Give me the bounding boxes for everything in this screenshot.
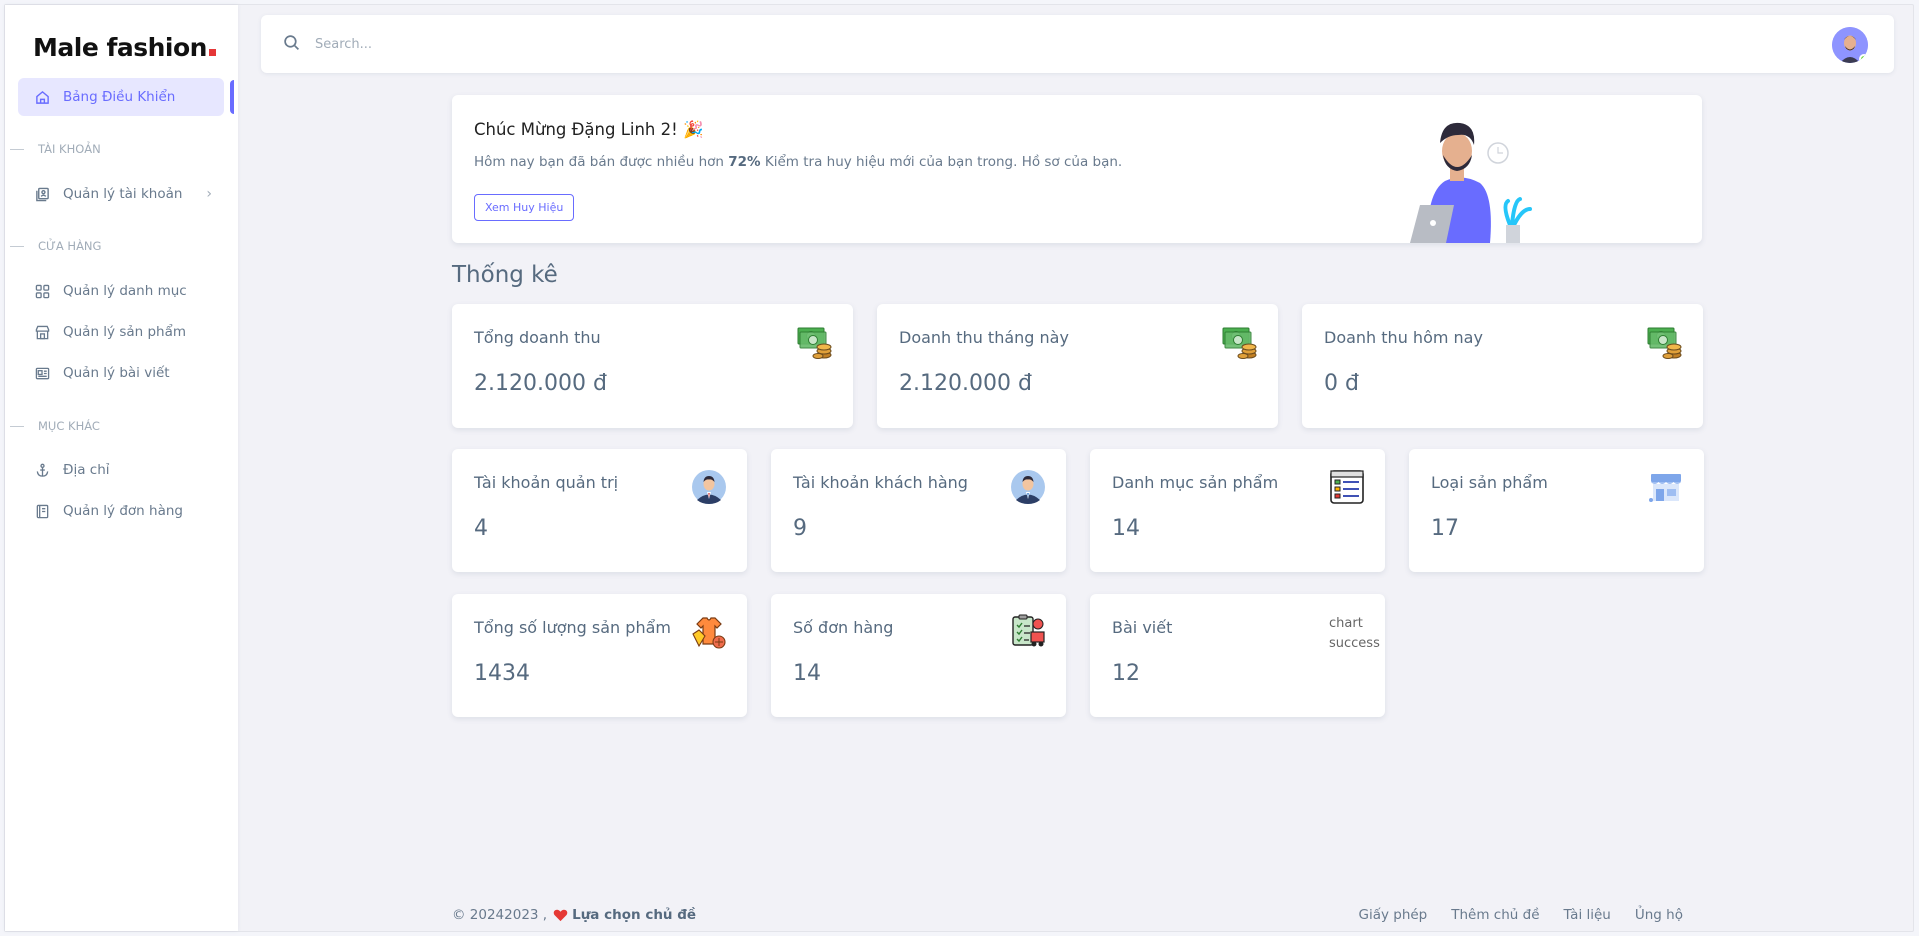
- stat-label: Số đơn hàng: [793, 618, 894, 637]
- stat-card-product-categories: Danh mục sản phẩm 14: [1090, 449, 1385, 572]
- heart-icon: [553, 909, 568, 922]
- money-icon: [797, 327, 832, 359]
- sidebar-item-label: Quản lý đơn hàng: [63, 503, 183, 519]
- copyright-text: © 20242023 ,: [452, 907, 548, 923]
- stat-label: Doanh thu tháng này: [899, 328, 1069, 347]
- footer-link-more-themes[interactable]: Thêm chủ đề: [1451, 907, 1539, 923]
- active-indicator: [230, 80, 234, 114]
- stat-label: Doanh thu hôm nay: [1324, 328, 1483, 347]
- welcome-card: Chúc Mừng Đặng Linh 2! 🎉 Hôm nay bạn đã …: [452, 95, 1702, 243]
- sidebar-item-dashboard[interactable]: Bảng Điều Khiển: [18, 78, 224, 116]
- footer-link-support[interactable]: Ủng hộ: [1635, 907, 1683, 923]
- broken-image-alt-text: chart success: [1329, 616, 1380, 651]
- sidebar-item-categories[interactable]: Quản lý danh mục: [18, 272, 224, 310]
- sidebar-item-posts[interactable]: Quản lý bài viết: [18, 354, 224, 392]
- stat-value: 2.120.000 đ: [474, 371, 607, 396]
- stat-value: 0 đ: [1324, 371, 1359, 396]
- stat-value: 12: [1112, 661, 1140, 686]
- stat-value: 1434: [474, 661, 530, 686]
- sidebar-item-label: Quản lý bài viết: [63, 365, 170, 381]
- top-navbar: [261, 15, 1894, 73]
- stat-card-admin-accounts: Tài khoản quản trị 4: [452, 449, 747, 572]
- stat-card-posts: Bài viết 12 chart success: [1090, 594, 1385, 717]
- customer-user-icon: [1011, 470, 1045, 504]
- welcome-title: Chúc Mừng Đặng Linh 2! 🎉: [474, 120, 704, 139]
- stat-value: 17: [1431, 516, 1459, 541]
- broken-chart-image: chart success: [1329, 614, 1381, 654]
- footer-link-license[interactable]: Giấy phép: [1358, 907, 1427, 923]
- stat-card-total-revenue: Tổng doanh thu 2.120.000 đ: [452, 304, 853, 428]
- store-icon: [34, 324, 50, 340]
- stat-value: 14: [793, 661, 821, 686]
- admin-user-icon: [692, 470, 726, 504]
- stat-card-product-types: Loại sản phẩm 17: [1409, 449, 1704, 572]
- brand-name: Male fashion: [33, 33, 207, 62]
- view-badges-button[interactable]: Xem Huy Hiệu: [474, 194, 575, 221]
- brand-dot-icon: [208, 49, 216, 56]
- sales-percent: 72%: [728, 154, 761, 170]
- stat-label: Loại sản phẩm: [1431, 473, 1548, 492]
- sidebar-item-orders[interactable]: Quản lý đơn hàng: [18, 492, 224, 530]
- stat-label: Tổng số lượng sản phẩm: [474, 618, 671, 637]
- stat-value: 2.120.000 đ: [899, 371, 1032, 396]
- clothes-icon: [692, 617, 726, 649]
- stat-label: Bài viết: [1112, 618, 1173, 637]
- footer-links: Giấy phép Thêm chủ đề Tài liệu Ủng hộ: [1358, 907, 1683, 923]
- menu-header-account: TÀI KHOẢN: [10, 142, 101, 156]
- anchor-icon: [34, 462, 50, 478]
- online-status-icon: [1859, 54, 1868, 63]
- sidebar-item-label: Quản lý tài khoản: [63, 186, 183, 202]
- sidebar-item-accounts[interactable]: Quản lý tài khoản ›: [18, 175, 224, 213]
- stat-label: Danh mục sản phẩm: [1112, 473, 1279, 492]
- sidebar-item-address[interactable]: Địa chỉ: [18, 451, 224, 489]
- chevron-right-icon: ›: [206, 186, 212, 202]
- stat-label: Tổng doanh thu: [474, 328, 601, 347]
- man-with-laptop-illustration: [1410, 122, 1532, 243]
- stat-value: 14: [1112, 516, 1140, 541]
- checklist-icon: [1330, 470, 1364, 504]
- menu-header-store: CỬA HÀNG: [10, 239, 101, 253]
- stat-label: Tài khoản khách hàng: [793, 473, 968, 492]
- user-avatar[interactable]: [1832, 27, 1868, 63]
- stat-value: 4: [474, 516, 488, 541]
- sidebar-item-label: Bảng Điều Khiển: [63, 89, 176, 105]
- article-icon: [34, 365, 50, 381]
- sidebar-item-label: Quản lý sản phẩm: [63, 324, 187, 340]
- home-icon: [34, 89, 50, 105]
- money-icon: [1222, 327, 1257, 359]
- stats-title: Thống kê: [452, 262, 558, 288]
- account-book-icon: [34, 186, 50, 202]
- stat-card-total-products: Tổng số lượng sản phẩm 1434: [452, 594, 747, 717]
- sidebar-item-label: Địa chỉ: [63, 462, 110, 478]
- stat-card-today-revenue: Doanh thu hôm nay 0 đ: [1302, 304, 1703, 428]
- search-icon[interactable]: [283, 34, 300, 55]
- footer-copyright: © 20242023 , Lựa chọn chủ đề: [452, 907, 696, 923]
- stat-card-customer-accounts: Tài khoản khách hàng 9: [771, 449, 1066, 572]
- stat-card-orders: Số đơn hàng 14: [771, 594, 1066, 717]
- stat-label: Tài khoản quản trị: [474, 473, 619, 492]
- notebook-icon: [34, 503, 50, 519]
- sidebar: Male fashion Bảng Điều Khiển TÀI KHOẢN Q…: [5, 5, 238, 931]
- sidebar-item-label: Quản lý danh mục: [63, 283, 187, 299]
- stat-card-monthly-revenue: Doanh thu tháng này 2.120.000 đ: [877, 304, 1278, 428]
- grid-icon: [34, 283, 50, 299]
- welcome-text: Hôm nay bạn đã bán được nhiều hơn 72% Ki…: [474, 154, 1123, 170]
- order-icon: [1012, 614, 1045, 647]
- money-icon: [1647, 327, 1682, 359]
- stat-value: 9: [793, 516, 807, 541]
- search-input[interactable]: [315, 30, 915, 58]
- footer-brand-link[interactable]: Lựa chọn chủ đề: [572, 907, 696, 923]
- footer-link-documentation[interactable]: Tài liệu: [1564, 907, 1611, 923]
- menu-header-other: MỤC KHÁC: [10, 419, 100, 433]
- sidebar-item-products[interactable]: Quản lý sản phẩm: [18, 313, 224, 351]
- store-icon: [1649, 474, 1681, 502]
- brand-logo[interactable]: Male fashion: [33, 33, 216, 62]
